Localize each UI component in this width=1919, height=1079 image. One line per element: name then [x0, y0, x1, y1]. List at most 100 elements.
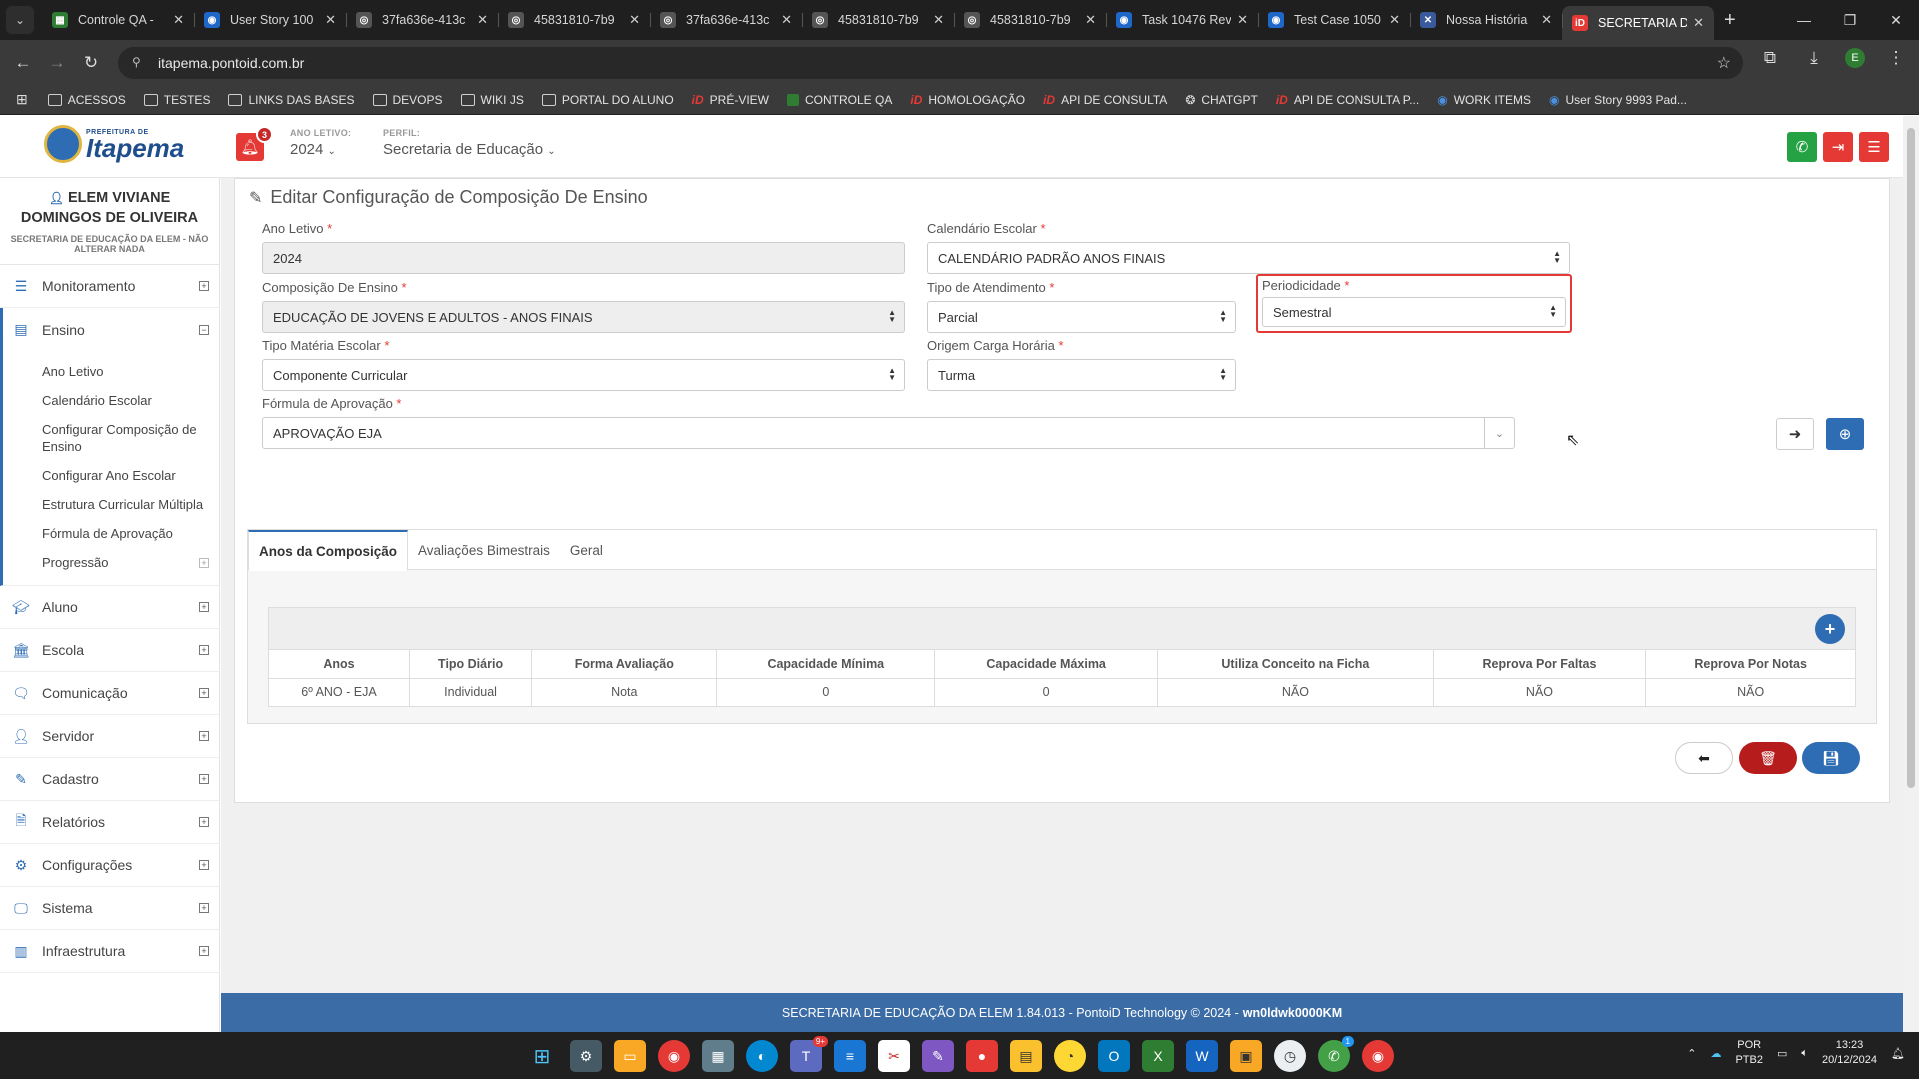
- windows-start-icon[interactable]: ⊞: [526, 1040, 558, 1072]
- chevron-up-icon[interactable]: ⌃: [1687, 1047, 1696, 1060]
- file-explorer-icon[interactable]: ▭: [614, 1040, 646, 1072]
- expand-icon[interactable]: +: [199, 645, 209, 655]
- bookmark-item[interactable]: CONTROLE QA: [787, 93, 892, 107]
- extensions-icon[interactable]: ⧉: [1757, 48, 1783, 68]
- expand-icon[interactable]: +: [199, 817, 209, 827]
- bookmark-item[interactable]: iD PRÉ-VIEW: [692, 93, 769, 107]
- sidebar-item[interactable]: 🗎︎ Relatórios +: [0, 801, 219, 844]
- submenu-item[interactable]: Configurar Ano Escolar: [3, 461, 219, 490]
- submenu-item[interactable]: Ano Letivo: [3, 357, 219, 386]
- ano-letivo-input[interactable]: 2024: [262, 242, 905, 274]
- sidebar-item[interactable]: 🎓︎ Aluno +: [0, 586, 219, 629]
- screen-record-icon[interactable]: ●: [966, 1040, 998, 1072]
- teams-icon[interactable]: T 9+: [790, 1036, 828, 1072]
- restore-icon[interactable]: ❐: [1827, 0, 1873, 40]
- perfil-selector[interactable]: PERFIL: Secretaria de Educação ⌄: [383, 128, 556, 158]
- bookmark-star-icon[interactable]: ☆: [1717, 53, 1731, 73]
- composicao-select[interactable]: EDUCAÇÃO DE JOVENS E ADULTOS - ANOS FINA…: [262, 301, 905, 333]
- apps-grid-icon[interactable]: ⊞: [16, 91, 28, 108]
- column-header[interactable]: Anos: [269, 650, 410, 679]
- expand-icon[interactable]: +: [199, 903, 209, 913]
- browser-tab[interactable]: ◎ 45831810-7b9 ✕: [802, 5, 954, 35]
- table-row[interactable]: 6º ANO - EJA Individual Nota 0 0 NÃO NÃO NÃO: [269, 678, 1855, 706]
- expand-icon[interactable]: +: [199, 860, 209, 870]
- ano-letivo-selector[interactable]: ANO LETIVO: 2024 ⌄: [290, 128, 351, 158]
- column-header[interactable]: Tipo Diário: [409, 650, 533, 679]
- browser-tab[interactable]: ◉ User Story 100 ✕: [194, 5, 346, 35]
- go-to-formula-button[interactable]: ➜: [1776, 418, 1814, 450]
- origem-carga-select[interactable]: Turma ▲ ▼: [927, 359, 1236, 391]
- browser-tab[interactable]: ◉ Task 10476 Rev ✕: [1106, 5, 1258, 35]
- sidebar-item[interactable]: 👤︎ Servidor +: [0, 715, 219, 758]
- expand-icon[interactable]: +: [199, 602, 209, 612]
- expand-icon[interactable]: +: [199, 774, 209, 784]
- sticky-notes-icon[interactable]: ▤: [1010, 1040, 1042, 1072]
- itapema-logo[interactable]: PREFEITURA DE Itapema: [44, 125, 184, 163]
- tab-geral[interactable]: Geral: [560, 530, 613, 570]
- sidebar-item[interactable]: 🗨︎ Comunicação +: [0, 672, 219, 715]
- back-button[interactable]: ⬅: [1675, 742, 1733, 774]
- tab-close-icon[interactable]: ✕: [629, 12, 640, 28]
- column-header[interactable]: Capacidade Mínima: [716, 650, 936, 679]
- word-icon[interactable]: W: [1186, 1040, 1218, 1072]
- browser-tab[interactable]: ◎ 45831810-7b9 ✕: [954, 5, 1106, 35]
- edge-icon[interactable]: ◐: [746, 1040, 778, 1072]
- submenu-item[interactable]: Progressão +: [3, 548, 219, 577]
- close-window-icon[interactable]: ✕: [1873, 0, 1919, 40]
- bookmark-item[interactable]: DEVOPS: [372, 93, 443, 107]
- calculator-icon[interactable]: ▦: [702, 1040, 734, 1072]
- site-info-icon[interactable]: ⚲: [132, 55, 148, 71]
- browser-tab[interactable]: ✕ Nossa História ✕: [1410, 5, 1562, 35]
- url-omnibox[interactable]: ⚲ itapema.pontoid.com.br ☆: [118, 47, 1743, 79]
- new-tab-button[interactable]: +: [1724, 9, 1736, 32]
- browser-tab[interactable]: ◎ 37fa636e-413c ✕: [346, 5, 498, 35]
- tab-close-icon[interactable]: ✕: [1541, 12, 1552, 28]
- periodicidade-select[interactable]: Semestral ▲ ▼: [1262, 297, 1566, 327]
- save-button[interactable]: 💾︎: [1802, 742, 1860, 774]
- tab-anos-da-composicao[interactable]: Anos da Composição: [248, 530, 409, 571]
- expand-icon[interactable]: +: [199, 558, 209, 568]
- browser-tab[interactable]: ◎ 37fa636e-413c ✕: [650, 5, 802, 35]
- bookmark-item[interactable]: ◉ WORK ITEMS: [1437, 93, 1531, 107]
- sidebar-item[interactable]: 🖵︎ Sistema +: [0, 887, 219, 930]
- notepad-icon[interactable]: ≡: [834, 1040, 866, 1072]
- tab-close-icon[interactable]: ✕: [477, 12, 488, 28]
- expand-icon[interactable]: +: [199, 731, 209, 741]
- volume-icon[interactable]: 🔈︎: [1801, 1047, 1808, 1060]
- submenu-item[interactable]: Configurar Composição de Ensino: [3, 415, 219, 461]
- formula-select[interactable]: APROVAÇÃO EJA ⌄: [262, 417, 1515, 449]
- snipping-tool-icon[interactable]: ✂: [878, 1040, 910, 1072]
- tab-close-icon[interactable]: ✕: [1085, 12, 1096, 28]
- submenu-item[interactable]: Fórmula de Aprovação: [3, 519, 219, 548]
- tab-close-icon[interactable]: ✕: [781, 12, 792, 28]
- settings-icon[interactable]: ⚙: [570, 1040, 602, 1072]
- tab-close-icon[interactable]: ✕: [1693, 15, 1704, 31]
- menu-toggle-button[interactable]: ☰: [1859, 132, 1889, 162]
- browser-tab[interactable]: ◉ Test Case 1050 ✕: [1258, 5, 1410, 35]
- browser-menu-icon[interactable]: ⋮: [1883, 48, 1909, 68]
- forward-icon[interactable]: →: [40, 46, 74, 80]
- column-header[interactable]: Reprova Por Faltas: [1433, 650, 1647, 679]
- sidebar-item[interactable]: ☰ Monitoramento +: [0, 265, 219, 308]
- tab-close-icon[interactable]: ✕: [173, 12, 184, 28]
- bookmark-item[interactable]: iD HOMOLOGAÇÃO: [910, 93, 1025, 107]
- tab-avaliacoes-bimestrais[interactable]: Avaliações Bimestrais: [408, 530, 560, 570]
- bookmark-item[interactable]: PORTAL DO ALUNO: [541, 93, 674, 107]
- bookmark-item[interactable]: WIKI JS: [460, 93, 524, 107]
- language-indicator[interactable]: POR PTB2: [1735, 1038, 1763, 1068]
- sidebar-item[interactable]: ✎ Cadastro +: [0, 758, 219, 801]
- chat-icon[interactable]: ◔: [1054, 1040, 1086, 1072]
- camera-icon[interactable]: ▣: [1230, 1040, 1262, 1072]
- page-scrollbar[interactable]: [1903, 116, 1919, 1032]
- onedrive-icon[interactable]: ☁: [1710, 1047, 1721, 1060]
- bookmark-item[interactable]: ACESSOS: [47, 93, 126, 107]
- submenu-item[interactable]: Estrutura Curricular Múltipla: [3, 490, 219, 519]
- expand-icon[interactable]: +: [199, 946, 209, 956]
- delete-button[interactable]: 🗑︎: [1739, 742, 1797, 774]
- tipo-materia-select[interactable]: Componente Curricular ▲ ▼: [262, 359, 905, 391]
- bookmark-item[interactable]: iD API DE CONSULTA: [1043, 93, 1167, 107]
- sidebar-item[interactable]: ▤ Ensino −: [0, 308, 219, 351]
- tab-close-icon[interactable]: ✕: [933, 12, 944, 28]
- sidebar-item[interactable]: ▥ Infraestrutura +: [0, 930, 219, 973]
- clock[interactable]: 13:23 20/12/2024: [1822, 1038, 1877, 1068]
